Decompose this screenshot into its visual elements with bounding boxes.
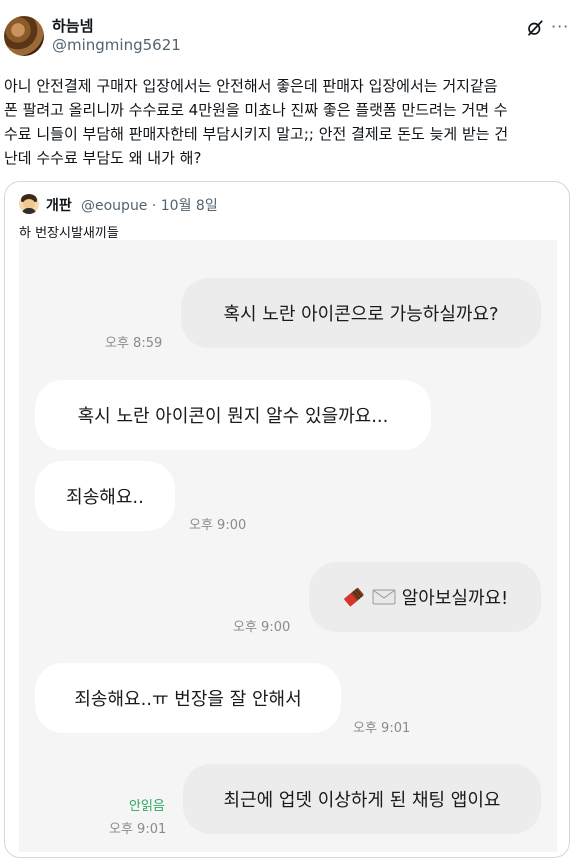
envelope-icon xyxy=(372,587,396,607)
grok-icon[interactable] xyxy=(526,19,544,37)
unread-indicator: 안읽음 xyxy=(129,799,165,814)
chat-message-text: 알아보실까요! xyxy=(401,588,509,609)
quoted-author-name[interactable]: 개판 xyxy=(46,195,72,215)
chat-message-outgoing: 최근에 업뎃 이상하게 된 채팅 앱이요 xyxy=(183,764,541,834)
chat-message-text: 죄송해요..ㅠ 번장을 잘 안해서 xyxy=(74,689,302,710)
post-text: 아니 안전결제 구매자 입장에서는 안전해서 좋은데 판매자 입장에서는 거지같… xyxy=(4,77,509,167)
chat-message-incoming: 혹시 노란 아이콘이 뭔지 알수 있을까요... xyxy=(35,380,431,450)
chat-message-incoming: 죄송해요.. xyxy=(35,461,175,531)
chat-message-incoming: 죄송해요..ㅠ 번장을 잘 안해서 xyxy=(35,663,341,733)
author-avatar[interactable] xyxy=(4,16,44,56)
message-timestamp: 오후 9:00 xyxy=(189,518,247,533)
quoted-post-text: 하 번장시발새끼들 xyxy=(19,226,119,241)
chat-screenshot: 혹시 노란 아이콘으로 가능하실까요? 오후 8:59 혹시 노란 아이콘이 뭔… xyxy=(19,240,557,852)
chat-message-text: 죄송해요.. xyxy=(66,487,144,508)
chat-message-text: 혹시 노란 아이콘으로 가능하실까요? xyxy=(223,304,499,325)
chat-message-text: 혹시 노란 아이콘이 뭔지 알수 있을까요... xyxy=(77,406,389,427)
more-icon[interactable]: ··· xyxy=(551,18,569,36)
chat-message-outgoing: 알아보실까요! xyxy=(309,562,541,632)
chocolate-icon xyxy=(342,585,366,609)
message-timestamp: 오후 8:59 xyxy=(105,336,163,351)
quoted-post[interactable]: 개판 @eoupue · 10월 8일 하 번장시발새끼들 혹시 노란 아이콘으… xyxy=(4,181,570,858)
chat-message-outgoing: 혹시 노란 아이콘으로 가능하실까요? xyxy=(181,278,541,348)
message-timestamp: 오후 9:00 xyxy=(233,620,291,635)
post-header: 하늠넴 @mingming5621 ··· xyxy=(0,0,576,64)
quoted-author-avatar[interactable] xyxy=(19,194,39,214)
chat-message-text: 최근에 업뎃 이상하게 된 채팅 앱이요 xyxy=(223,790,501,811)
author-name[interactable]: 하늠넴 xyxy=(52,15,93,36)
message-timestamp: 오후 9:01 xyxy=(353,721,411,736)
quoted-author-handle[interactable]: @eoupue · 10월 8일 xyxy=(81,195,218,215)
author-handle[interactable]: @mingming5621 xyxy=(52,36,181,54)
message-timestamp: 오후 9:01 xyxy=(109,822,167,837)
